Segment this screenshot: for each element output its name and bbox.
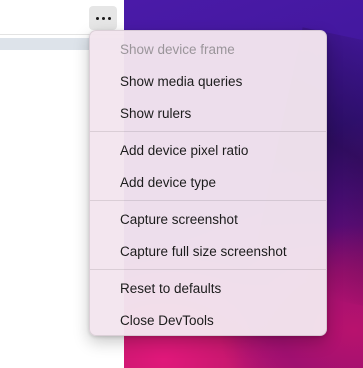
menu-item-capture-screenshot[interactable]: Capture screenshot xyxy=(90,203,326,235)
menu-item-add-device-pixel-ratio[interactable]: Add device pixel ratio xyxy=(90,134,326,166)
more-horizontal-icon-dot xyxy=(101,16,105,20)
more-horizontal-icon-dot xyxy=(107,16,111,20)
menu-item-add-device-type[interactable]: Add device type xyxy=(90,166,326,198)
menu-separator xyxy=(90,200,326,201)
menu-item-reset-to-defaults[interactable]: Reset to defaults xyxy=(90,272,326,304)
menu-separator xyxy=(90,269,326,270)
menu-item-capture-full-size-screenshot[interactable]: Capture full size screenshot xyxy=(90,235,326,267)
more-options-menu: Show device frame Show media queries Sho… xyxy=(89,30,327,336)
more-options-button[interactable] xyxy=(89,6,117,30)
menu-item-show-device-frame: Show device frame xyxy=(120,41,235,57)
menu-separator xyxy=(90,131,326,132)
menu-item-show-rulers[interactable]: Show rulers xyxy=(90,97,326,129)
menu-item-close-devtools[interactable]: Close DevTools xyxy=(90,304,326,336)
more-horizontal-icon xyxy=(95,16,99,20)
menu-item-show-media-queries[interactable]: Show media queries xyxy=(90,65,326,97)
